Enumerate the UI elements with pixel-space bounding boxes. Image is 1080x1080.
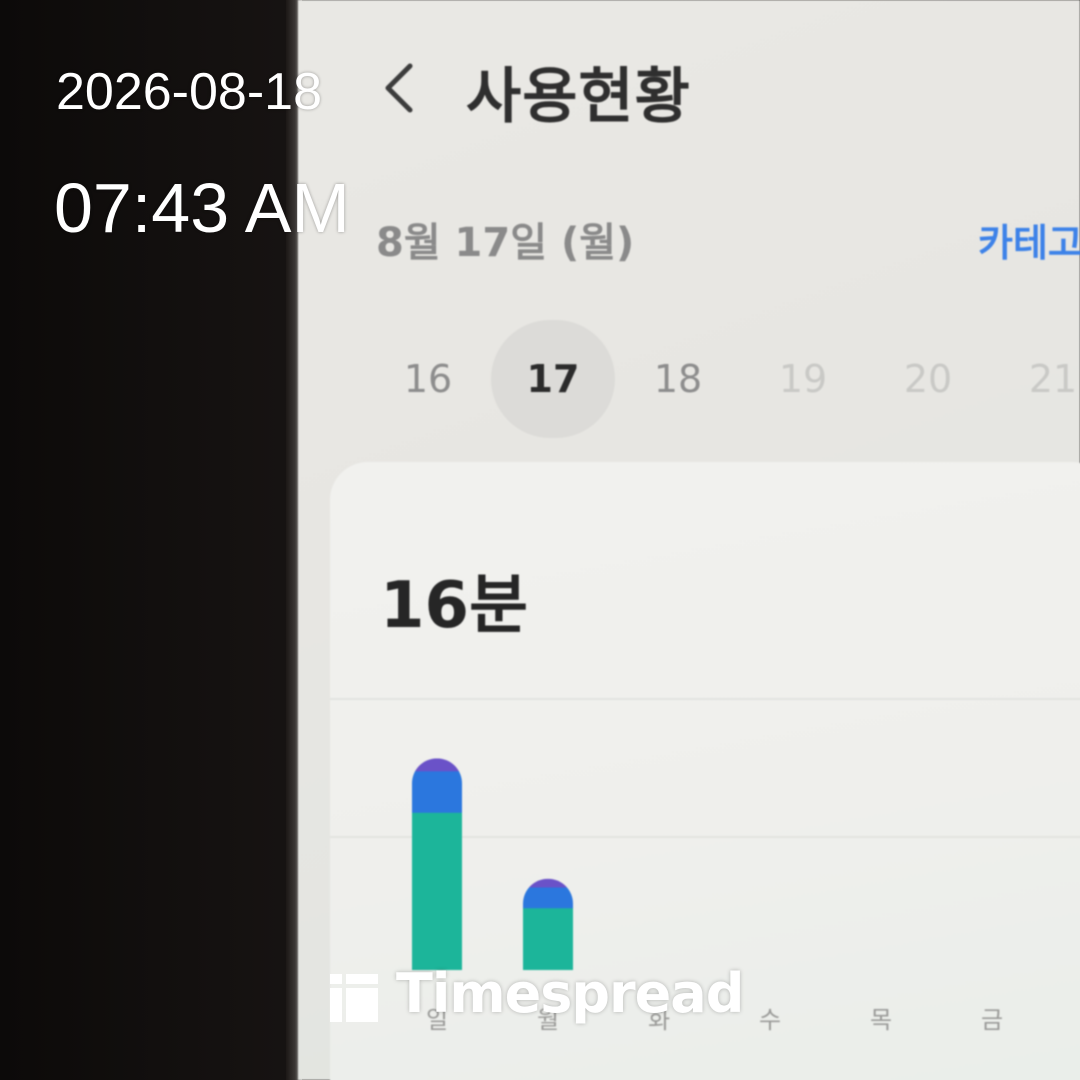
- photo-stage: 사용현황 8월 17일 (월) 카테고 16 17 18 19 20 21 16분 일월화…: [0, 0, 1080, 1080]
- weekday-label-목: 목: [870, 1006, 892, 1034]
- timestamp-date: 2026-08-18: [56, 63, 322, 121]
- weekday-label-수: 수: [759, 1006, 781, 1034]
- selected-date-label[interactable]: 8월 17일 (월): [376, 210, 634, 268]
- date-day-19[interactable]: 19: [741, 320, 865, 438]
- bar-segment-일-2[interactable]: [412, 758, 462, 772]
- date-day-18[interactable]: 18: [616, 320, 740, 438]
- category-link[interactable]: 카테고: [978, 212, 1080, 267]
- timestamp-time: 07:43 AM: [54, 169, 350, 247]
- watermark-text: Timespread: [396, 962, 744, 1025]
- bar-segment-일-0[interactable]: [412, 812, 462, 970]
- date-day-21[interactable]: 21: [991, 320, 1080, 438]
- back-chevron-icon[interactable]: [380, 62, 420, 114]
- bar-segment-일-1[interactable]: [412, 770, 462, 813]
- date-day-16[interactable]: 16: [366, 320, 490, 438]
- date-day-17[interactable]: 17: [491, 320, 615, 438]
- bar-segment-월-2[interactable]: [523, 878, 573, 888]
- weekday-label-금: 금: [981, 1006, 1003, 1034]
- timespread-logo-icon: [330, 974, 378, 1022]
- bar-segment-월-1[interactable]: [523, 887, 573, 909]
- page-title: 사용현황: [466, 62, 691, 132]
- date-day-20[interactable]: 20: [866, 320, 990, 438]
- phone-screen: 사용현황 8월 17일 (월) 카테고 16 17 18 19 20 21 16분 일월화…: [298, 0, 1080, 1080]
- date-strip: 16 17 18 19 20 21: [366, 320, 1080, 440]
